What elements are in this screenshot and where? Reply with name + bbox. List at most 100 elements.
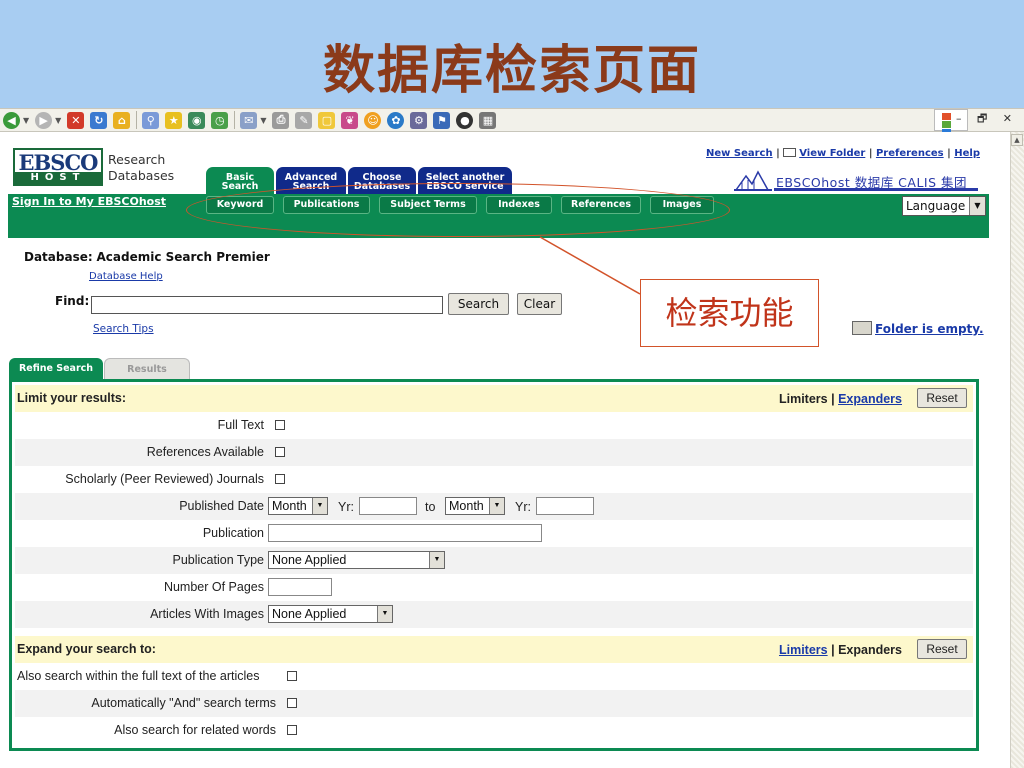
references-checkbox[interactable] — [275, 447, 285, 457]
limiters-label: Limiters — [778, 392, 828, 406]
published-date-label: Published Date — [179, 499, 264, 513]
tab-advanced-search[interactable]: Advanced Search — [276, 167, 346, 195]
tab-select-service[interactable]: Select another EBSCO service — [418, 167, 512, 195]
discuss-icon[interactable]: ▢ — [318, 111, 336, 129]
related-words-checkbox[interactable] — [287, 725, 297, 735]
qq-icon[interactable]: ✿ — [387, 111, 405, 129]
forward-icon[interactable]: ▶ — [35, 111, 53, 129]
tab-refine-search[interactable]: Refine Search — [9, 358, 103, 380]
limiters-link[interactable]: Limiters — [779, 643, 828, 657]
pages-input[interactable] — [268, 578, 332, 596]
ebsco-logo[interactable]: EBSCO HOST — [13, 148, 103, 186]
tool-icon[interactable]: ⚙ — [410, 111, 428, 129]
related-words-row: Also search for related words — [15, 717, 973, 744]
back-icon[interactable]: ◀ — [3, 111, 20, 129]
search-icon[interactable]: ⚲ — [142, 111, 160, 129]
tab-basic-search[interactable]: Basic Search — [206, 167, 274, 195]
subtab-subject-terms[interactable]: Subject Terms — [379, 196, 477, 214]
media-icon[interactable]: ◉ — [188, 111, 206, 129]
tab-results[interactable]: Results — [104, 358, 190, 380]
help-link[interactable]: Help — [954, 148, 980, 159]
published-date-row: Published Date Month ▼ Yr: to Month ▼ Yr: — [15, 493, 973, 520]
tab-line: EBSCO service — [426, 181, 504, 192]
slide-title: 数据库检索页面 — [322, 40, 701, 101]
find-label: Find: — [55, 294, 90, 308]
calis-underline — [774, 188, 978, 191]
view-folder-link[interactable]: View Folder — [799, 148, 865, 159]
reset-expanders-button[interactable]: Reset — [917, 639, 967, 659]
calculator-icon[interactable]: ▦ — [479, 111, 497, 129]
history-icon[interactable]: ◷ — [211, 111, 229, 129]
references-label: References Available — [146, 445, 264, 459]
folder-status-link[interactable]: Folder is empty. — [852, 321, 984, 336]
scholarly-checkbox[interactable] — [275, 474, 285, 484]
ebsco-page: EBSCO HOST Research Databases New Search… — [0, 132, 1010, 768]
translate-icon[interactable]: ⚑ — [433, 111, 451, 129]
find-input[interactable] — [91, 296, 443, 314]
messenger-icon[interactable]: ☺ — [364, 111, 382, 129]
scroll-up-icon[interactable]: ▲ — [1011, 134, 1023, 146]
toolbar-separator — [234, 111, 236, 129]
stop-icon[interactable]: ✕ — [67, 111, 85, 129]
expand-fulltext-row: Also search within the full text of the … — [15, 663, 973, 690]
expanders-header-row: Expand your search to: Limiters | Expand… — [15, 636, 973, 663]
publication-input[interactable] — [268, 524, 542, 542]
language-select-value: Language — [906, 199, 966, 213]
start-month-select[interactable]: Month ▼ — [268, 497, 328, 515]
images-select[interactable]: None Applied ▼ — [268, 605, 393, 623]
vertical-scrollbar[interactable] — [1010, 132, 1024, 768]
refresh-icon[interactable]: ↻ — [90, 111, 108, 129]
penguin-icon[interactable]: ● — [456, 111, 474, 129]
language-select[interactable]: Language ▼ — [902, 196, 986, 216]
window-controls[interactable]: – 🗗 ✕ — [956, 110, 1018, 129]
search-tips-link[interactable]: Search Tips — [93, 323, 154, 335]
new-search-link[interactable]: New Search — [706, 148, 773, 159]
expand-fulltext-label: Also search within the full text of the … — [17, 669, 260, 683]
subtab-indexes[interactable]: Indexes — [486, 196, 552, 214]
pages-row: Number Of Pages — [15, 574, 973, 601]
print-icon[interactable]: ⎙ — [272, 111, 290, 129]
tab-line: Search — [221, 181, 259, 192]
reset-limiters-button[interactable]: Reset — [917, 388, 967, 408]
clear-button[interactable]: Clear — [517, 293, 562, 315]
chevron-down-icon: ▼ — [429, 552, 444, 568]
expand-fulltext-checkbox[interactable] — [287, 671, 297, 681]
publication-type-value: None Applied — [272, 553, 347, 567]
and-terms-row: Automatically "And" search terms — [15, 690, 973, 717]
expanders-link[interactable]: Expanders — [838, 392, 902, 406]
sign-in-link[interactable]: Sign In to My EBSCOhost — [12, 195, 166, 208]
images-row: Articles With Images None Applied ▼ — [15, 601, 973, 628]
scholarly-row: Scholarly (Peer Reviewed) Journals — [15, 466, 973, 493]
publication-row: Publication — [15, 520, 973, 547]
back-dropdown-icon[interactable]: ▼ — [23, 116, 29, 125]
edit-icon[interactable]: ✎ — [295, 111, 313, 129]
preferences-link[interactable]: Preferences — [876, 148, 944, 159]
start-year-input[interactable] — [359, 497, 417, 515]
forward-dropdown-icon[interactable]: ▼ — [55, 116, 61, 125]
tab-choose-databases[interactable]: Choose Databases — [348, 167, 416, 195]
start-yr-label: Yr: — [338, 500, 354, 514]
logo-caption-line1: Research — [108, 152, 166, 167]
slide-header: 数据库检索页面 — [0, 0, 1024, 108]
database-help-link[interactable]: Database Help — [89, 271, 163, 282]
home-icon[interactable]: ⌂ — [113, 111, 131, 129]
research-icon[interactable]: ❦ — [341, 111, 359, 129]
subtab-publications[interactable]: Publications — [283, 196, 370, 214]
full-text-checkbox[interactable] — [275, 420, 285, 430]
subtab-images[interactable]: Images — [650, 196, 714, 214]
end-year-input[interactable] — [536, 497, 594, 515]
publication-type-select[interactable]: None Applied ▼ — [268, 551, 445, 569]
logo-caption: Research Databases — [108, 152, 174, 184]
and-terms-checkbox[interactable] — [287, 698, 297, 708]
mail-dropdown-icon[interactable]: ▼ — [260, 116, 266, 125]
subtab-keyword[interactable]: Keyword — [206, 196, 274, 214]
references-row: References Available — [15, 439, 973, 466]
subtab-references[interactable]: References — [561, 196, 641, 214]
folder-icon — [783, 148, 797, 157]
mail-icon[interactable]: ✉ — [240, 111, 258, 129]
search-button[interactable]: Search — [448, 293, 509, 315]
end-month-select[interactable]: Month ▼ — [445, 497, 505, 515]
limit-heading: Limit your results: — [17, 391, 127, 405]
favorites-icon[interactable]: ★ — [165, 111, 183, 129]
calis-banner: EBSCOhost 数据库 CALIS 集团 — [732, 170, 980, 192]
